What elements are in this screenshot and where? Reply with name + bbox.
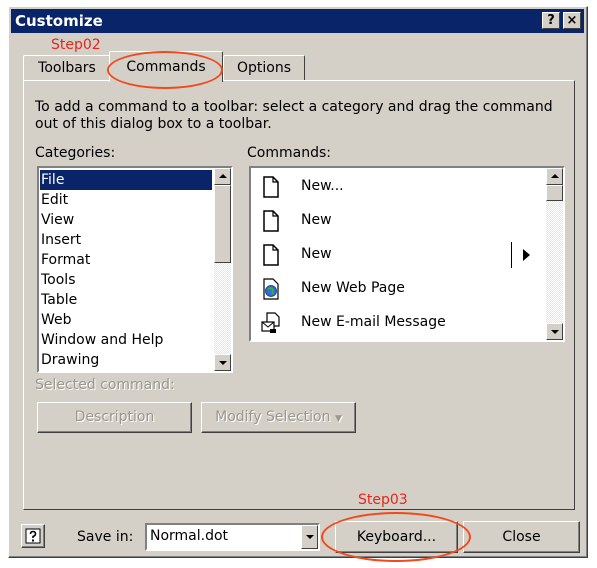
submenu-arrow-icon <box>523 249 530 261</box>
categories-list[interactable]: File Edit View Insert Format Tools Table… <box>37 166 233 373</box>
tab-options-label: Options <box>236 60 292 76</box>
step02-annotation: Step02 <box>51 37 101 53</box>
command-label: New Web Page <box>301 280 405 296</box>
customize-dialog: Customize ? × Step02 Toolbars Commands O… <box>8 6 588 562</box>
category-item-format[interactable]: Format <box>40 250 90 270</box>
help-icon-button[interactable] <box>21 524 45 548</box>
email-message-icon <box>261 312 280 333</box>
categories-scroll-thumb[interactable] <box>214 185 231 263</box>
close-window-button[interactable]: × <box>563 12 581 29</box>
instructions-text: To add a command to a toolbar: select a … <box>35 99 553 132</box>
commands-scroll-up-button[interactable] <box>546 168 563 185</box>
blank-page-icon <box>263 210 279 232</box>
category-item-edit[interactable]: Edit <box>40 190 68 210</box>
modify-selection-button-label: Modify Selection <box>215 409 331 425</box>
window-title: Customize <box>15 12 103 30</box>
category-item-insert[interactable]: Insert <box>40 230 81 250</box>
step03-highlight-ellipse <box>321 512 471 562</box>
save-in-dropdown-button[interactable] <box>301 525 318 549</box>
command-label: New <box>301 212 332 228</box>
web-page-icon <box>263 278 279 300</box>
chevron-down-icon <box>306 535 314 539</box>
save-in-dropdown[interactable]: Normal.dot <box>145 523 320 551</box>
command-item-new-email-message[interactable]: New E-mail Message <box>253 306 553 340</box>
help-icon <box>25 528 41 544</box>
tab-options[interactable]: Options <box>223 55 305 81</box>
help-button[interactable]: ? <box>542 12 560 29</box>
tab-toolbars[interactable]: Toolbars <box>23 55 111 81</box>
tab-toolbars-label: Toolbars <box>38 60 96 76</box>
categories-scroll-down-button[interactable] <box>214 354 231 371</box>
selected-command-label: Selected command: <box>35 377 175 393</box>
close-button[interactable]: Close <box>463 521 580 553</box>
command-item-new-submenu[interactable]: New <box>253 238 543 272</box>
command-label: New... <box>301 178 344 194</box>
scroll-down-arrow-icon <box>551 330 559 334</box>
categories-scrollbar[interactable] <box>214 168 231 371</box>
dropdown-arrow-icon: ▼ <box>334 414 342 424</box>
category-item-drawing[interactable]: Drawing <box>40 350 99 370</box>
command-item-new-web-page[interactable]: New Web Page <box>253 272 553 306</box>
save-in-value: Normal.dot <box>150 528 229 544</box>
step02-highlight-ellipse <box>107 51 223 89</box>
commands-scrollbar[interactable] <box>546 168 563 340</box>
category-item-file[interactable]: File <box>40 170 212 190</box>
category-item-tools[interactable]: Tools <box>40 270 76 290</box>
blank-page-icon <box>263 244 279 266</box>
category-item-web[interactable]: Web <box>40 310 72 330</box>
title-bar[interactable]: Customize ? × <box>11 9 584 33</box>
scroll-up-arrow-icon <box>551 174 559 178</box>
commands-label: Commands: <box>247 145 331 161</box>
commands-scroll-down-button[interactable] <box>546 323 563 340</box>
command-label: New <box>301 246 332 262</box>
scroll-up-arrow-icon <box>219 174 227 178</box>
save-in-label: Save in: <box>77 529 134 545</box>
scroll-down-arrow-icon <box>219 361 227 365</box>
commands-scroll-thumb[interactable] <box>546 185 563 201</box>
command-item-new-dialog[interactable]: New... <box>253 170 553 204</box>
description-button: Description <box>37 402 192 433</box>
submenu-separator <box>511 242 512 268</box>
modify-selection-button: Modify Selection ▼ <box>201 402 356 433</box>
command-item-new[interactable]: New <box>253 204 553 238</box>
category-item-window-and-help[interactable]: Window and Help <box>40 330 163 350</box>
categories-scroll-up-button[interactable] <box>214 168 231 185</box>
description-button-label: Description <box>74 409 155 425</box>
close-button-label: Close <box>502 529 541 545</box>
category-item-view[interactable]: View <box>40 210 74 230</box>
category-item-table[interactable]: Table <box>40 290 77 310</box>
commands-list[interactable]: New... New New New Web Page New E-mail M… <box>249 166 565 342</box>
categories-label: Categories: <box>35 145 116 161</box>
blank-page-icon <box>263 176 279 198</box>
command-label: New E-mail Message <box>301 314 446 330</box>
